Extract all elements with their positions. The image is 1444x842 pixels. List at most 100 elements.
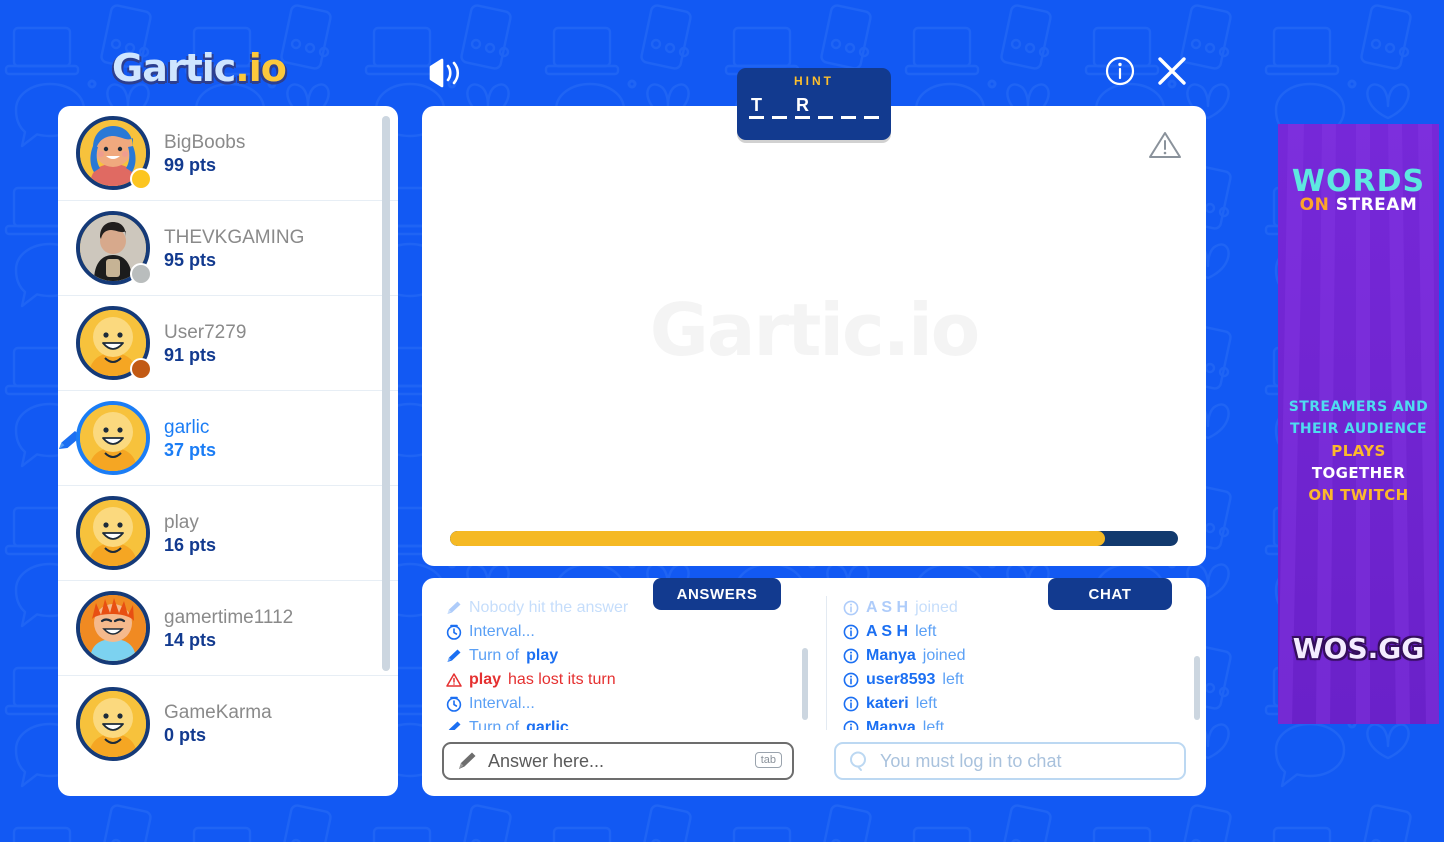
tab-answers-label: ANSWERS	[676, 585, 758, 603]
player-row[interactable]: play 16 pts	[58, 486, 398, 581]
player-points: 0 pts	[164, 725, 207, 745]
avatar	[76, 116, 152, 190]
tab-chat[interactable]: CHAT	[1048, 578, 1172, 610]
answers-scrollbar[interactable]	[802, 648, 808, 720]
player-row[interactable]: User7279 91 pts	[58, 296, 398, 391]
player-points: 91 pts	[164, 344, 217, 365]
player-name: garlic	[164, 416, 210, 438]
tab-chat-label: CHAT	[1088, 585, 1132, 603]
answer-message: Turn of garlic	[446, 716, 789, 730]
chat-message: user8593 left	[843, 668, 1181, 692]
player-list-panel: BigBoobs 99 pts THEVKGAMING 95 pts User7279 9…	[58, 106, 398, 796]
info-icon	[843, 624, 859, 640]
player-row[interactable]: garlic 37 pts	[58, 391, 398, 486]
avatar	[76, 496, 150, 570]
advertisement-banner[interactable]: WORDS ON STREAM STREAMERS AND THEIR AUDI…	[1278, 124, 1439, 724]
chat-user: Manya	[866, 647, 916, 664]
drawing-canvas-panel[interactable]: Gartic.io	[422, 106, 1206, 566]
info-icon	[843, 600, 859, 616]
chat-user: Manya	[866, 719, 916, 730]
chat-scrollbar[interactable]	[1194, 656, 1200, 720]
info-icon	[843, 696, 859, 712]
chat-text: left	[942, 671, 964, 688]
ad-line-4: ON TWITCH	[1308, 486, 1409, 504]
clock-icon	[446, 696, 462, 712]
hint-slot-3: R	[794, 95, 810, 119]
answer-message: Interval...	[446, 692, 789, 716]
ad-line-2: THEIR AUDIENCE	[1289, 421, 1427, 437]
chat-message: Manya joined	[843, 644, 1181, 668]
player-row[interactable]: GameKarma 0 pts	[58, 676, 398, 771]
canvas-watermark: Gartic.io	[649, 288, 980, 372]
answer-input-tab-hint: tab	[754, 752, 782, 768]
round-timer-bar	[450, 531, 1178, 546]
chat-user: user8593	[866, 671, 936, 688]
status-badge	[130, 358, 152, 380]
close-icon[interactable]	[1154, 54, 1190, 88]
avatar	[76, 591, 150, 665]
speaker-icon[interactable]	[425, 55, 465, 91]
chat-message: A S H left	[843, 620, 1181, 644]
answer-user: play	[469, 671, 502, 688]
hint-word-slots: T R	[737, 95, 891, 119]
ad-title-words: WORDS	[1291, 164, 1426, 199]
player-name: gamertime1112	[164, 606, 294, 628]
logo-suffix-text: .io	[235, 46, 287, 90]
pencil-icon	[448, 721, 461, 730]
ad-line-1: STREAMERS AND	[1288, 399, 1429, 415]
warning-triangle-icon	[446, 673, 462, 687]
ad-title-stream: STREAM	[1335, 195, 1418, 215]
player-info: BigBoobs 99 pts	[164, 131, 245, 176]
player-name: THEVKGAMING	[164, 226, 305, 248]
chat-text: left	[915, 623, 937, 640]
player-list: BigBoobs 99 pts THEVKGAMING 95 pts User7279 9…	[58, 106, 398, 771]
chat-input-placeholder: You must log in to chat	[880, 750, 1062, 771]
warning-triangle-icon[interactable]	[1148, 128, 1182, 162]
game-root: Gartic.io HINT T R BigBoobs 99 pts THEVK…	[0, 0, 1444, 842]
answer-user: garlic	[526, 719, 569, 730]
hint-slot-4	[817, 95, 834, 119]
player-row[interactable]: gamertime1112 14 pts	[58, 581, 398, 676]
answer-message: Turn of play	[446, 644, 789, 668]
chat-feed: A S H joined A S H left Manya joined user8593 l…	[826, 596, 1181, 730]
answer-input[interactable]: Answer here... tab	[442, 742, 794, 780]
ad-title-on: ON	[1299, 195, 1330, 215]
pencil-icon	[459, 752, 476, 769]
player-list-scrollbar[interactable]	[382, 116, 390, 786]
answer-text: Interval...	[469, 695, 535, 712]
hint-title: HINT	[794, 74, 834, 88]
chat-text: joined	[915, 599, 958, 616]
answer-text: Nobody hit the answer	[469, 599, 629, 616]
top-header: Gartic.io	[0, 0, 1278, 100]
player-row[interactable]: THEVKGAMING 95 pts	[58, 201, 398, 296]
round-timer-fill	[450, 531, 1106, 546]
hint-slot-2	[771, 95, 788, 119]
info-icon	[843, 672, 859, 688]
player-name: BigBoobs	[164, 131, 246, 153]
player-points: 99 pts	[164, 154, 217, 175]
player-points: 37 pts	[164, 439, 217, 460]
status-badge	[130, 168, 152, 190]
answer-message: play has lost its turn	[446, 668, 789, 692]
info-icon	[843, 720, 859, 730]
player-name: play	[164, 511, 199, 533]
ad-line-3: PLAYS TOGETHER	[1282, 440, 1435, 484]
ad-copy: STREAMERS AND THEIR AUDIENCE PLAYS TOGET…	[1282, 396, 1435, 506]
scrollbar-thumb[interactable]	[382, 116, 390, 671]
tab-answers[interactable]: ANSWERS	[653, 578, 781, 610]
chat-text: joined	[922, 647, 966, 664]
chat-input[interactable]: You must log in to chat	[834, 742, 1186, 780]
avatar	[76, 211, 152, 285]
player-row[interactable]: BigBoobs 99 pts	[58, 106, 398, 201]
ad-line-3-together: TOGETHER	[1311, 464, 1406, 482]
info-icon[interactable]	[1104, 55, 1136, 87]
player-info: GameKarma 0 pts	[164, 701, 272, 746]
answer-text: Turn of	[469, 719, 520, 730]
avatar	[76, 401, 150, 475]
chat-user: kateri	[866, 695, 909, 712]
answer-user: play	[526, 647, 559, 664]
logo-primary-text: Gartic	[112, 46, 236, 90]
hint-slot-1: T	[748, 95, 765, 119]
player-name: User7279	[164, 321, 247, 343]
player-name: GameKarma	[164, 702, 272, 723]
